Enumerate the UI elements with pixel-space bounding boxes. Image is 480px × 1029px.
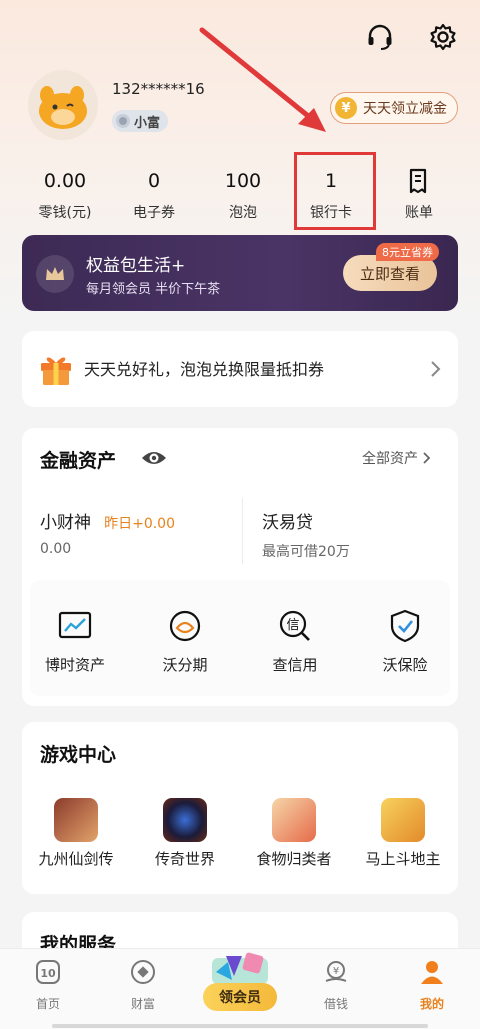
promo-text: 天天兑好礼，泡泡兑换限量抵扣券 xyxy=(84,360,325,379)
game-label: 马上斗地主 xyxy=(365,850,441,868)
xiaocaishen-item[interactable]: 小财神 昨日+0.00 0.00 xyxy=(40,508,240,568)
game-item[interactable]: 马上斗地主 xyxy=(348,798,458,869)
stat-label: 电子券 xyxy=(133,205,175,221)
vip-banner[interactable]: 权益包生活+ 每月领会员 半价下午茶 立即查看 8元立省券 xyxy=(22,235,458,311)
finance-title: 金融资产 xyxy=(40,450,117,472)
mascot-icon xyxy=(39,86,87,129)
tab-get-vip[interactable]: 领会员 xyxy=(203,983,277,1011)
game-item[interactable]: 九州仙剑传 xyxy=(21,798,131,869)
woyidai-desc: 最高可借20万 xyxy=(262,544,350,560)
xiaocaishen-name: 小财神 xyxy=(40,513,91,533)
gift-icon xyxy=(41,357,71,385)
grid-insurance[interactable]: 沃保险 xyxy=(360,608,450,675)
headset-icon xyxy=(368,24,392,50)
game-thumbnail xyxy=(381,798,425,842)
daily-discount-label: 天天领立减金 xyxy=(363,101,447,117)
borrow-icon: ¥ xyxy=(325,961,347,982)
savings-tag: 8元立省券 xyxy=(376,243,439,261)
vip-title: 权益包生活+ xyxy=(86,256,186,276)
home-icon: 10 xyxy=(36,960,60,984)
stat-label: 零钱(元) xyxy=(38,205,92,221)
tab-label: 我的 xyxy=(419,997,444,1011)
crown-icon xyxy=(36,255,74,293)
tab-label: 财富 xyxy=(130,997,155,1011)
game-center-title: 游戏中心 xyxy=(40,744,117,766)
phone-number: 132******16 xyxy=(112,80,205,98)
tab-wealth[interactable]: 财富 xyxy=(108,959,178,1012)
tab-mine[interactable]: 我的 xyxy=(397,959,467,1012)
finance-grid: 博时资产 沃分期 信 查信用 沃保险 xyxy=(30,580,450,696)
coin-icon: ¥ xyxy=(335,97,357,119)
grid-credit-check[interactable]: 信 查信用 xyxy=(250,608,340,675)
game-item[interactable]: 食物归类者 xyxy=(239,798,349,869)
divider xyxy=(242,498,243,564)
svg-text:10: 10 xyxy=(40,967,56,980)
installment-icon xyxy=(167,608,203,644)
credit-search-icon: 信 xyxy=(277,608,313,644)
annotation-highlight-box xyxy=(294,152,376,230)
grid-label: 沃保险 xyxy=(382,656,428,674)
stat-bill[interactable]: 账单 xyxy=(374,168,464,222)
bill-icon xyxy=(409,168,427,194)
stat-value: 0 xyxy=(147,170,161,192)
stat-label: 泡泡 xyxy=(229,205,257,221)
stat-label: 账单 xyxy=(405,205,433,221)
tab-borrow[interactable]: ¥ 借钱 xyxy=(301,959,371,1012)
level-icon xyxy=(116,114,130,128)
eye-icon[interactable] xyxy=(141,448,167,468)
settings-button[interactable] xyxy=(426,20,460,54)
vip-subtitle: 每月领会员 半价下午茶 xyxy=(86,282,221,297)
stat-bubbles[interactable]: 100 泡泡 xyxy=(198,168,288,222)
game-thumbnail xyxy=(272,798,316,842)
xiaocaishen-amount: 0.00 xyxy=(40,541,72,557)
tab-label: 首页 xyxy=(35,997,60,1011)
grid-boshi-assets[interactable]: 博时资产 xyxy=(30,608,120,675)
grid-installment[interactable]: 沃分期 xyxy=(140,608,230,675)
see-all-label: 全部资产 xyxy=(362,451,418,467)
chevron-right-icon xyxy=(431,361,441,377)
gear-icon xyxy=(430,23,456,51)
game-thumbnail xyxy=(54,798,98,842)
grid-label: 沃分期 xyxy=(162,656,208,674)
finance-card: 金融资产 全部资产 小财神 昨日+0.00 0.00 沃易贷 最高可借20万 博… xyxy=(22,428,458,706)
avatar[interactable] xyxy=(28,70,98,140)
game-label: 九州仙剑传 xyxy=(38,850,114,868)
xiaocaishen-delta: 昨日+0.00 xyxy=(104,516,175,532)
woyidai-name: 沃易贷 xyxy=(262,513,313,533)
member-level-badge[interactable]: 小富 xyxy=(112,110,169,132)
grid-label: 查信用 xyxy=(272,656,318,674)
shield-check-icon xyxy=(387,608,423,644)
svg-text:信: 信 xyxy=(286,618,299,633)
promo-row[interactable]: 天天兑好礼，泡泡兑换限量抵扣券 xyxy=(22,331,458,407)
game-label: 食物归类者 xyxy=(256,850,332,868)
grid-label: 博时资产 xyxy=(44,656,105,674)
stat-value: 0.00 xyxy=(43,170,87,192)
see-all-assets-link[interactable]: 全部资产 xyxy=(362,448,431,468)
daily-discount-button[interactable]: ¥ 天天领立减金 xyxy=(330,92,458,124)
game-label: 传奇世界 xyxy=(154,850,215,868)
stat-e-coupon[interactable]: 0 电子券 xyxy=(109,168,199,222)
vip-icon xyxy=(212,952,268,984)
woyidai-item[interactable]: 沃易贷 最高可借20万 xyxy=(262,508,442,568)
stat-value: 100 xyxy=(224,170,262,192)
chevron-right-icon xyxy=(423,452,431,464)
home-indicator xyxy=(52,1024,428,1028)
profile-icon xyxy=(421,961,443,984)
tab-label: 借钱 xyxy=(323,997,348,1011)
level-label: 小富 xyxy=(134,115,161,131)
stat-change[interactable]: 0.00 零钱(元) xyxy=(20,168,110,222)
game-thumbnail xyxy=(163,798,207,842)
svg-text:¥: ¥ xyxy=(333,966,339,977)
customer-service-button[interactable] xyxy=(363,20,397,54)
game-item[interactable]: 传奇世界 xyxy=(130,798,240,869)
tab-home[interactable]: 10 首页 xyxy=(13,959,83,1012)
wealth-icon xyxy=(131,960,155,984)
game-center-card: 游戏中心 九州仙剑传 传奇世界 食物归类者 马上斗地主 xyxy=(22,722,458,894)
chart-icon xyxy=(57,608,93,644)
